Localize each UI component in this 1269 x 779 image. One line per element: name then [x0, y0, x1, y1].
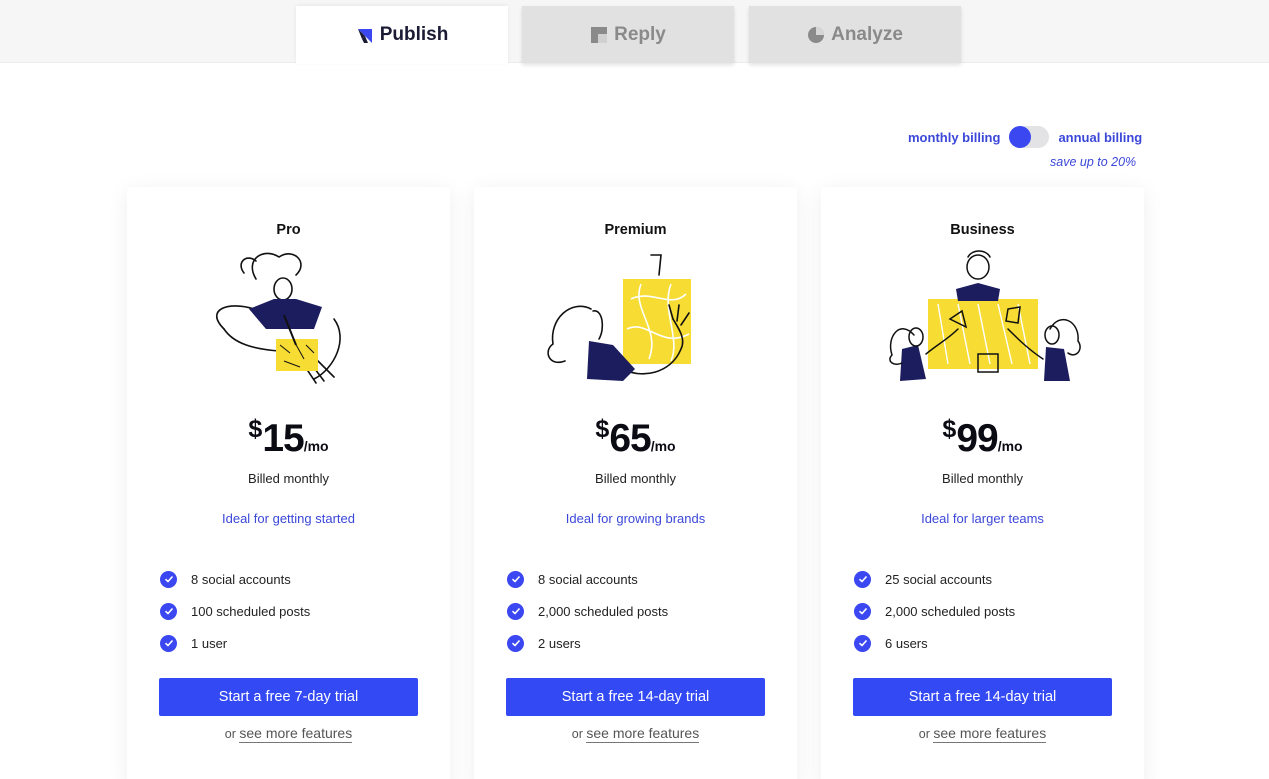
- billed-note: Billed monthly: [942, 471, 1023, 486]
- publish-icon: [356, 26, 374, 44]
- tab-label: Publish: [379, 24, 449, 45]
- list-item: 100 scheduled posts: [160, 595, 310, 627]
- check-icon: [160, 634, 177, 652]
- see-more-row: or see more features: [474, 725, 797, 743]
- tab-publish[interactable]: Publish: [296, 6, 508, 64]
- feature-text: 2,000 scheduled posts: [885, 603, 1016, 619]
- monthly-billing-label[interactable]: monthly billing: [908, 130, 1000, 145]
- feature-text: 8 social accounts: [191, 571, 291, 587]
- plan-name: Pro: [276, 222, 301, 238]
- feature-text: 100 scheduled posts: [191, 603, 311, 619]
- feature-text: 2,000 scheduled posts: [538, 603, 669, 619]
- start-trial-button[interactable]: Start a free 14-day trial: [853, 678, 1112, 716]
- start-trial-button[interactable]: Start a free 14-day trial: [506, 678, 765, 716]
- analyze-icon: [807, 26, 825, 44]
- list-item: 2 users: [507, 627, 668, 659]
- price-amount: 15: [262, 417, 304, 460]
- currency-symbol: $: [248, 415, 263, 443]
- pro-illustration: [215, 252, 341, 384]
- see-more-features-link[interactable]: see more features: [239, 725, 353, 743]
- see-more-row: or see more features: [127, 725, 450, 743]
- list-item: 2,000 scheduled posts: [854, 595, 1015, 627]
- billed-note: Billed monthly: [595, 471, 676, 486]
- check-icon: [507, 634, 524, 652]
- plan-price: $65/mo: [474, 415, 797, 461]
- list-item: 2,000 scheduled posts: [507, 595, 668, 627]
- plan-card-pro: Pro $15/mo Billed monthly Ideal for gett…: [127, 187, 450, 779]
- check-icon: [507, 570, 524, 588]
- save-note: save up to 20%: [1050, 155, 1137, 169]
- check-icon: [160, 602, 177, 620]
- feature-text: 1 user: [191, 635, 228, 651]
- see-more-features-link[interactable]: see more features: [586, 725, 700, 743]
- tab-reply[interactable]: Reply: [522, 6, 734, 63]
- feature-text: 2 users: [538, 635, 581, 651]
- price-period: /mo: [303, 438, 329, 454]
- tab-label: Analyze: [831, 23, 903, 45]
- plan-price: $99/mo: [821, 415, 1144, 461]
- see-more-features-link[interactable]: see more features: [933, 725, 1047, 743]
- price-period: /mo: [650, 438, 676, 454]
- billing-switch[interactable]: [1009, 126, 1050, 148]
- price-amount: 65: [609, 417, 651, 460]
- currency-symbol: $: [595, 415, 610, 443]
- list-item: 6 users: [854, 627, 1015, 659]
- ideal-for: Ideal for getting started: [222, 511, 355, 526]
- premium-illustration: [546, 254, 691, 381]
- list-item: 25 social accounts: [854, 563, 1015, 595]
- annual-billing-label[interactable]: annual billing: [1058, 130, 1142, 145]
- see-more-row: or see more features: [821, 725, 1144, 743]
- or-text: or: [224, 727, 236, 741]
- tab-label: Reply: [614, 23, 666, 45]
- tab-analyze[interactable]: Analyze: [749, 6, 961, 63]
- feature-text: 25 social accounts: [885, 571, 992, 587]
- check-icon: [507, 602, 524, 620]
- feature-text: 8 social accounts: [538, 571, 638, 587]
- check-icon: [854, 602, 871, 620]
- feature-text: 6 users: [885, 635, 928, 651]
- plan-price: $15/mo: [127, 415, 450, 461]
- list-item: 8 social accounts: [507, 563, 668, 595]
- plan-card-premium: Premium $65/mo Billed monthly Ideal for …: [474, 187, 797, 779]
- or-text: or: [571, 727, 583, 741]
- reply-icon: [590, 26, 608, 44]
- currency-symbol: $: [942, 415, 957, 443]
- start-trial-button[interactable]: Start a free 7-day trial: [159, 678, 418, 716]
- business-illustration: [888, 250, 1081, 381]
- list-item: 1 user: [160, 627, 310, 659]
- feature-list: 25 social accounts 2,000 scheduled posts…: [854, 563, 1015, 659]
- billed-note: Billed monthly: [248, 471, 329, 486]
- check-icon: [160, 570, 177, 588]
- feature-list: 8 social accounts 2,000 scheduled posts …: [507, 563, 668, 659]
- plan-card-business: Business $99/mo Billed monthly Ideal for…: [821, 187, 1144, 779]
- ideal-for: Ideal for growing brands: [565, 511, 706, 526]
- or-text: or: [918, 727, 930, 741]
- list-item: 8 social accounts: [160, 563, 310, 595]
- feature-list: 8 social accounts 100 scheduled posts 1 …: [160, 563, 310, 659]
- switch-knob: [1009, 126, 1032, 148]
- check-icon: [854, 634, 871, 652]
- billing-toggle-group: monthly billing annual billing: [908, 126, 1142, 148]
- product-tabs: Publish Reply Analyze: [0, 0, 1269, 64]
- plan-name: Business: [950, 222, 1015, 238]
- price-amount: 99: [956, 417, 998, 460]
- price-period: /mo: [997, 438, 1023, 454]
- plan-name: Premium: [604, 222, 667, 238]
- check-icon: [854, 570, 871, 588]
- ideal-for: Ideal for larger teams: [921, 511, 1044, 526]
